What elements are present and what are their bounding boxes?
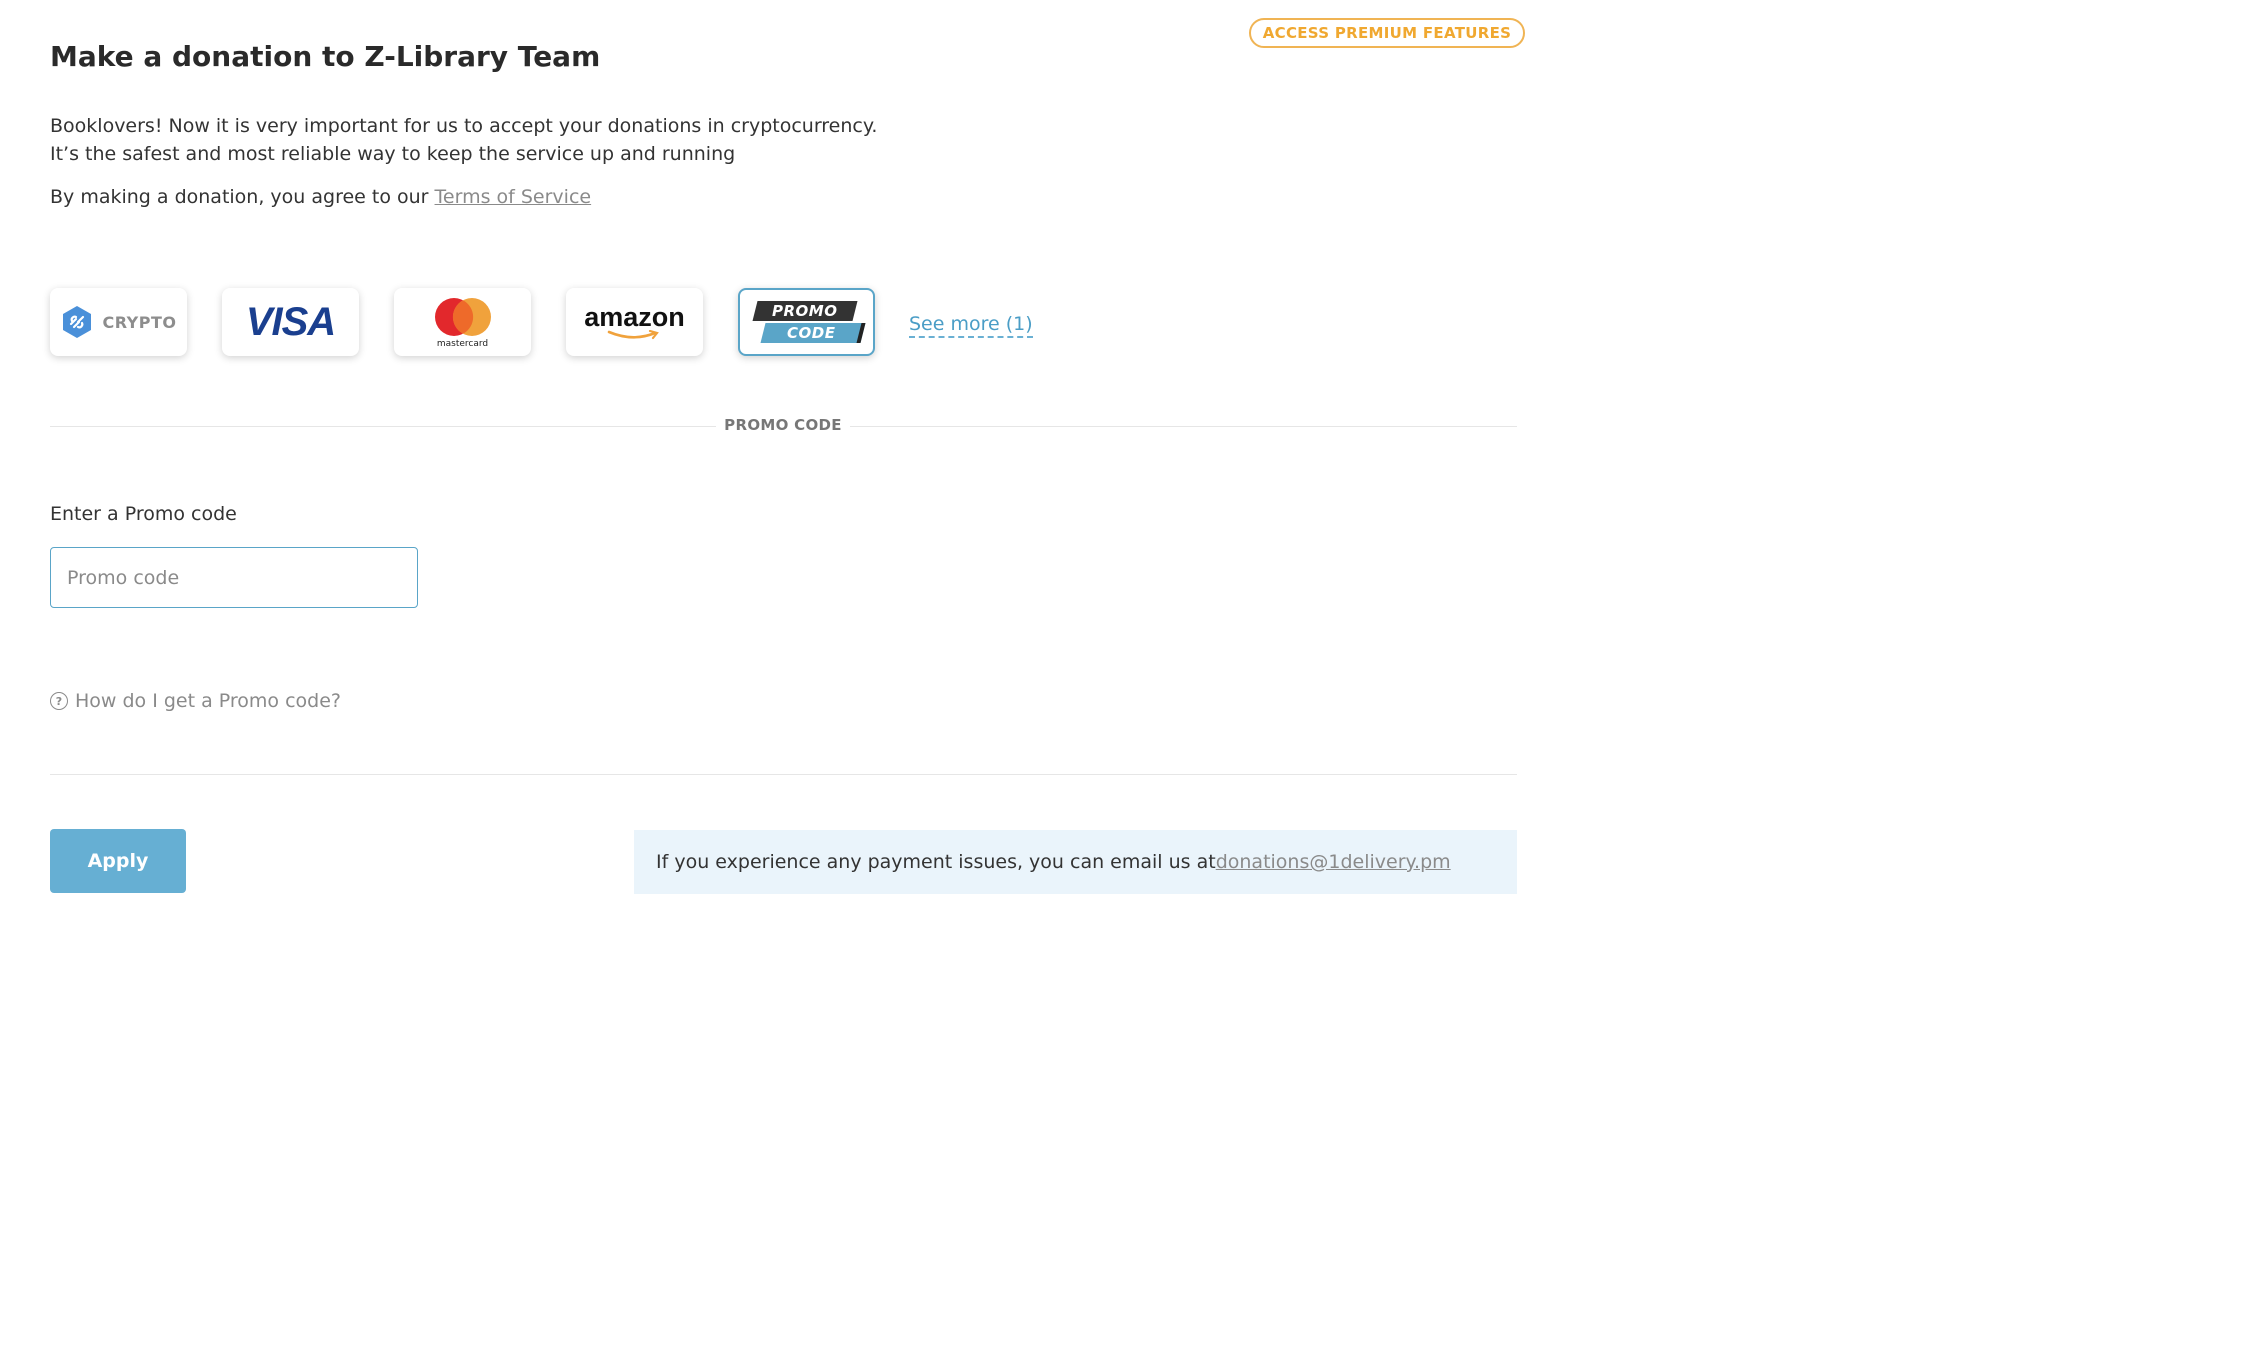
promo-code-logo: PROMO CODE — [751, 299, 865, 345]
promo-help-text: How do I get a Promo code? — [75, 690, 341, 712]
promo-help-link[interactable]: ? How do I get a Promo code? — [50, 690, 341, 712]
promo-logo-line-1: PROMO — [752, 301, 857, 321]
promo-logo-text-2: CODE — [786, 324, 835, 342]
payment-visa-card[interactable]: VISA — [222, 288, 359, 356]
section-label: PROMO CODE — [716, 416, 850, 434]
see-more-link[interactable]: See more (1) — [909, 313, 1033, 338]
amazon-logo: amazon — [584, 304, 685, 340]
intro-line-2: It’s the safest and most reliable way to… — [50, 143, 736, 165]
access-premium-button[interactable]: ACCESS PREMIUM FEATURES — [1249, 18, 1525, 48]
mastercard-circles-icon — [434, 297, 491, 336]
terms-of-service-link[interactable]: Terms of Service — [435, 186, 592, 208]
promo-logo-line-2: CODE — [760, 323, 865, 343]
amazon-label: amazon — [584, 302, 685, 332]
question-circle-icon: ? — [50, 692, 68, 710]
page-title: Make a donation to Z-Library Team — [50, 40, 601, 73]
terms-agreement: By making a donation, you agree to our T… — [50, 183, 591, 211]
footer-divider — [50, 774, 1517, 775]
intro-text: Booklovers! Now it is very important for… — [50, 112, 877, 168]
promo-code-label: Enter a Promo code — [50, 503, 237, 525]
amazon-smile-icon — [607, 330, 659, 340]
apply-button[interactable]: Apply — [50, 829, 186, 893]
intro-line-1: Booklovers! Now it is very important for… — [50, 115, 878, 137]
payment-crypto-card[interactable]: CRYPTO — [50, 288, 187, 356]
payment-issue-notice: If you experience any payment issues, yo… — [634, 830, 1517, 894]
crypto-label: CRYPTO — [102, 312, 177, 332]
payment-amazon-card[interactable]: amazon — [566, 288, 703, 356]
payment-promo-code-card[interactable]: PROMO CODE — [738, 288, 875, 356]
terms-prefix: By making a donation, you agree to our — [50, 186, 435, 208]
mastercard-label: mastercard — [436, 338, 489, 349]
visa-logo: VISA — [245, 299, 336, 344]
notice-text: If you experience any payment issues, yo… — [656, 851, 1216, 873]
promo-logo-text-1: PROMO — [771, 302, 838, 320]
payment-mastercard-card[interactable]: mastercard — [394, 288, 531, 356]
crypto-logo-icon — [63, 306, 92, 338]
support-email-link[interactable]: donations@1delivery.pm — [1216, 851, 1451, 873]
promo-code-input[interactable] — [50, 547, 418, 608]
mastercard-logo: mastercard — [430, 296, 496, 349]
